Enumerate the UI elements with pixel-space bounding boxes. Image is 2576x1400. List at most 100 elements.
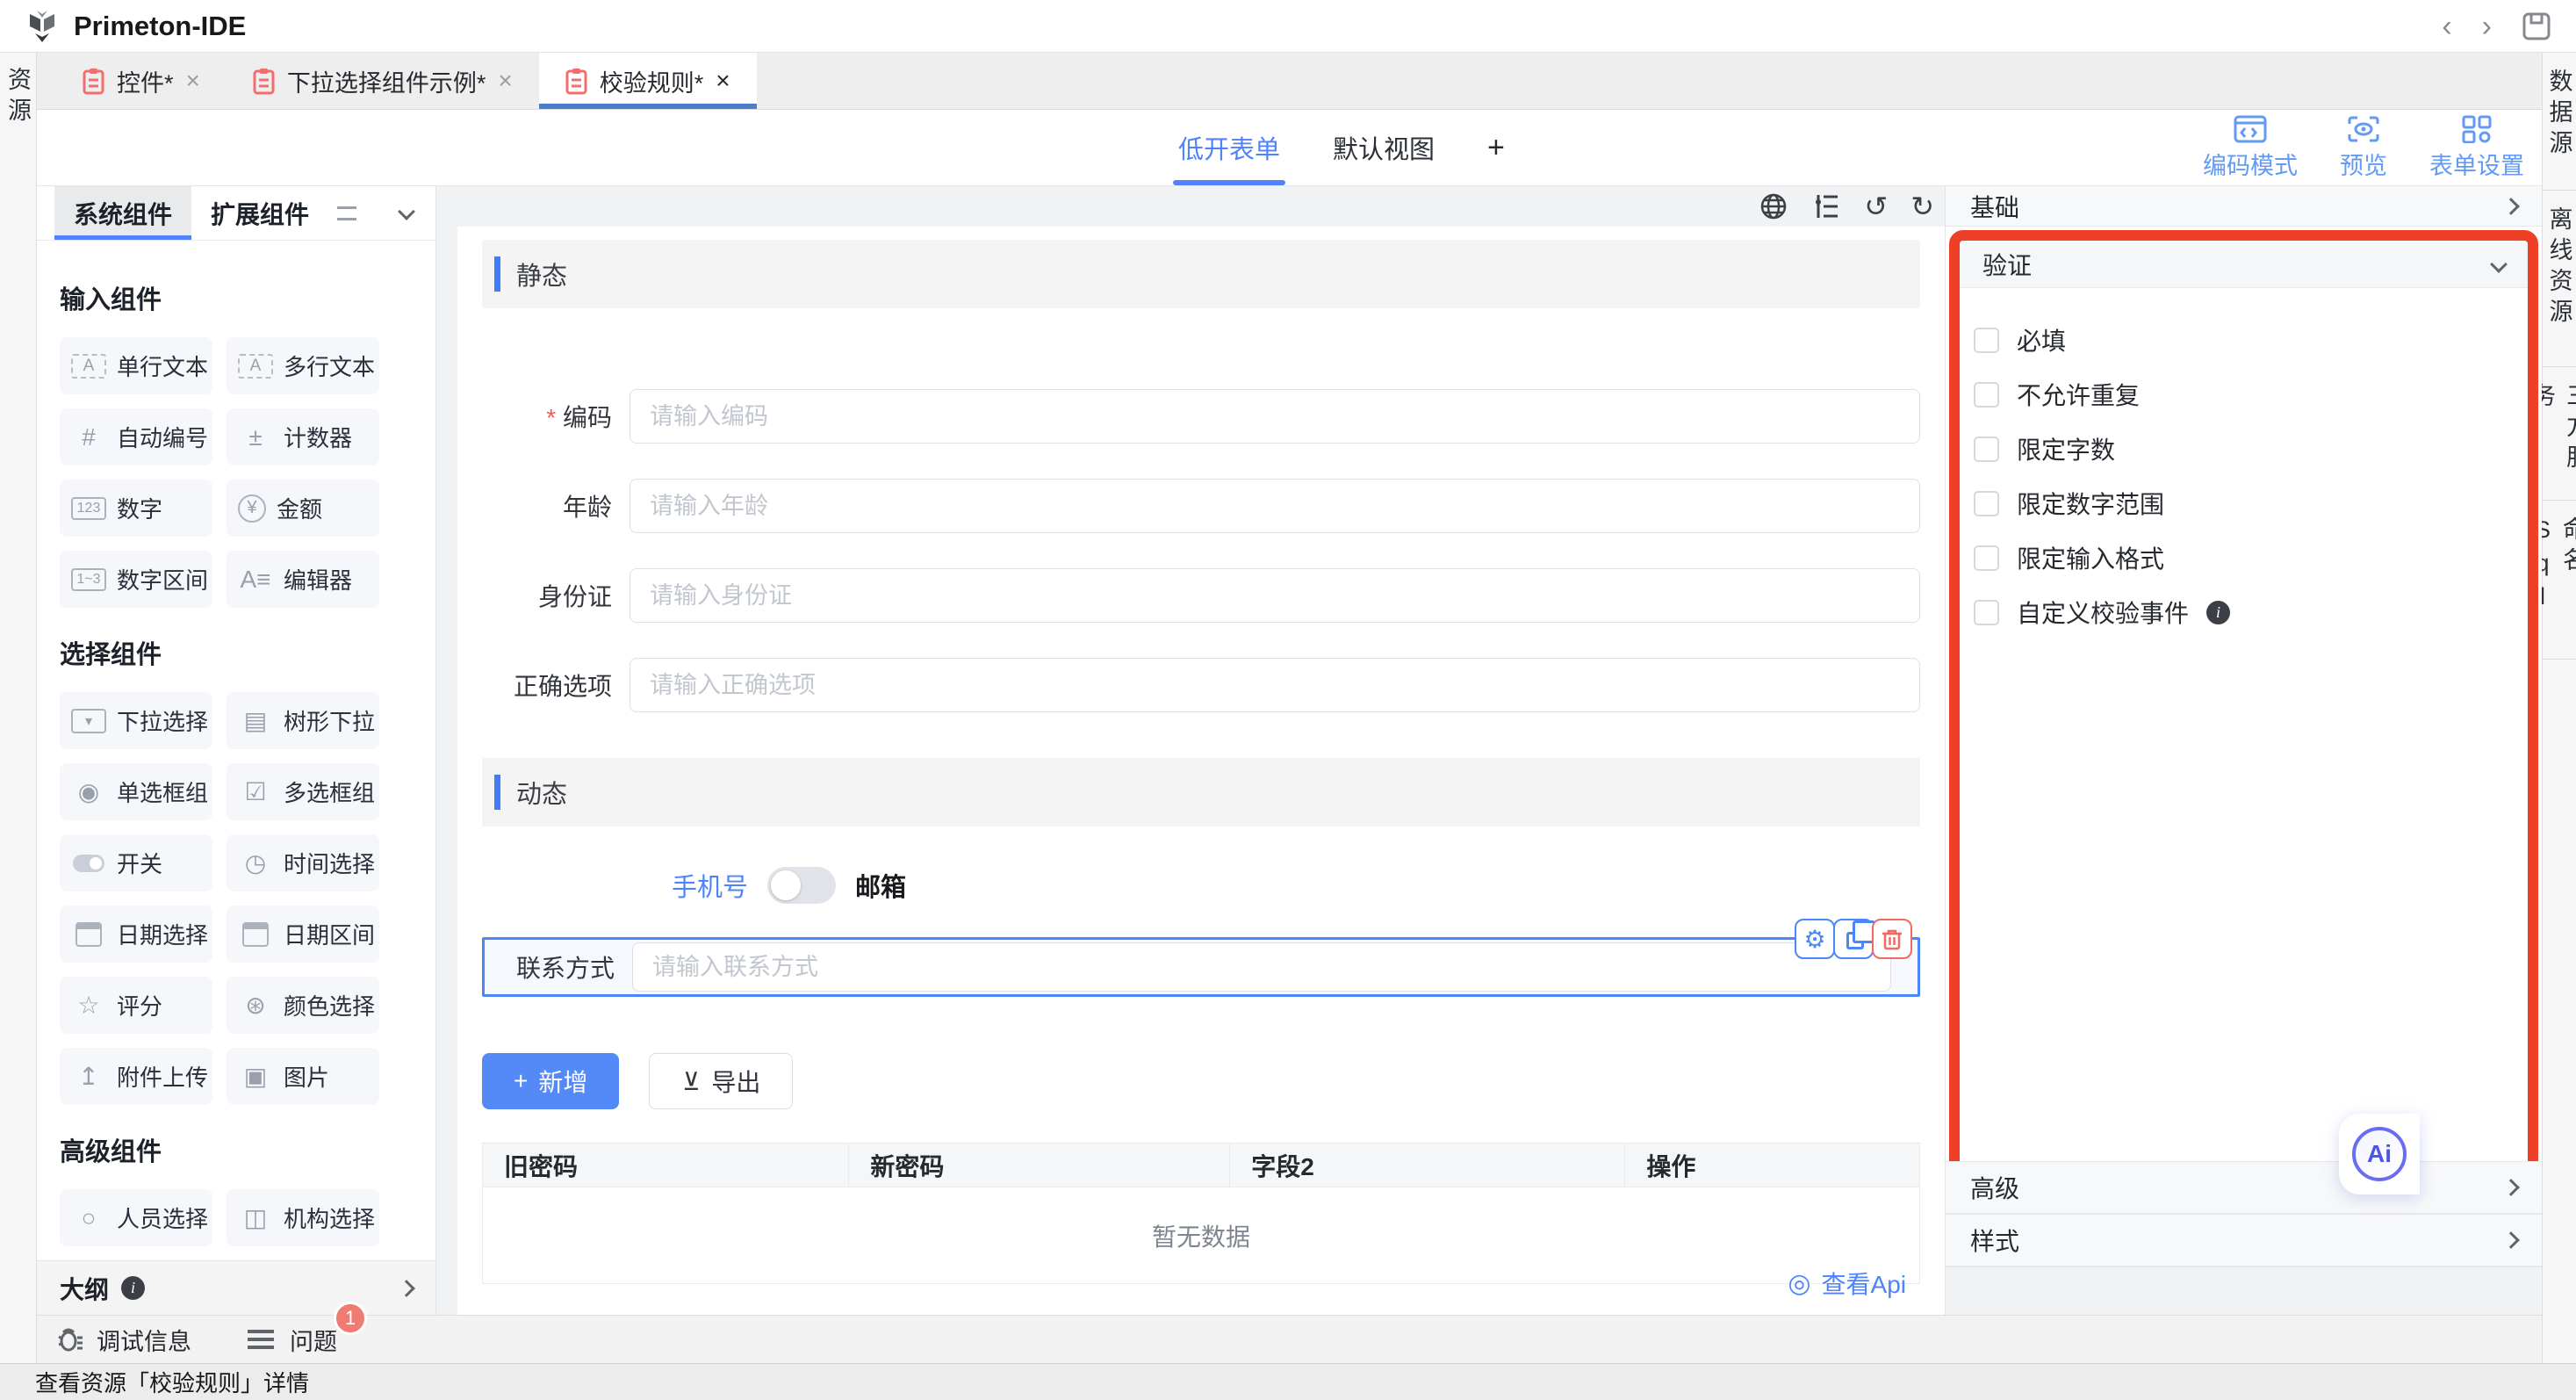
selected-field-row-contact[interactable]: 联系方式 ⚙ xyxy=(482,937,1920,997)
outline-bar[interactable]: 大纲 i xyxy=(37,1260,435,1315)
field-row-id-card[interactable]: 身份证 xyxy=(482,568,1920,623)
i18n-globe-icon[interactable] xyxy=(1759,191,1788,221)
props-group-style[interactable]: 样式 xyxy=(1946,1214,2542,1266)
option-no-duplicate[interactable]: 不允许重复 xyxy=(1974,367,2528,422)
option-required[interactable]: 必填 xyxy=(1974,313,2528,367)
component-card-date-range[interactable]: 日期区间 xyxy=(227,906,379,963)
component-card-text-multi[interactable]: 多行文本 xyxy=(227,337,379,394)
info-icon[interactable]: i xyxy=(2206,601,2230,624)
debug-info-button[interactable]: 调试信息 xyxy=(56,1323,191,1357)
component-card-tree-select[interactable]: 树形下拉 xyxy=(227,692,379,749)
checkbox[interactable] xyxy=(1974,491,1999,516)
component-list-view-icon[interactable] xyxy=(337,206,356,220)
checkbox[interactable] xyxy=(1974,437,1999,462)
component-card-number-range[interactable]: 数字区间 xyxy=(60,551,212,608)
form-settings-button[interactable]: 表单设置 xyxy=(2429,115,2524,181)
component-card-color-picker[interactable]: 颜色选择 xyxy=(227,977,379,1034)
nav-back-icon[interactable]: ‹ xyxy=(2442,11,2451,41)
component-card-checkbox-group[interactable]: 多选框组 xyxy=(227,763,379,820)
checkbox[interactable] xyxy=(1974,600,1999,625)
checkbox[interactable] xyxy=(1974,382,1999,408)
component-card-switch[interactable]: 开关 xyxy=(60,834,212,891)
rail-tab-thirdparty-services[interactable]: 三方服务 xyxy=(2543,367,2576,501)
checkbox[interactable] xyxy=(1974,545,1999,571)
section-static[interactable]: 静态 xyxy=(482,240,1920,308)
view-api-link[interactable]: ◎ 查看Api xyxy=(1788,1266,1906,1301)
component-card-date-picker[interactable]: 日期选择 xyxy=(60,906,212,963)
field-row-correct-option[interactable]: 正确选项 xyxy=(482,658,1920,712)
rail-tab-offline-resources[interactable]: 离线资源 xyxy=(2543,191,2576,367)
tab-extension-components[interactable]: 扩展组件 xyxy=(191,186,328,240)
structure-tree-icon[interactable] xyxy=(1811,191,1841,221)
nav-forward-icon[interactable]: › xyxy=(2482,11,2492,41)
component-card-number[interactable]: 数字 xyxy=(60,480,212,537)
tab-default-view[interactable]: 默认视图 xyxy=(1333,110,1435,185)
rail-tab-named-sql[interactable]: 命名Sql xyxy=(2543,501,2576,660)
problems-button[interactable]: 问题 1 xyxy=(244,1323,337,1357)
field-label-contact: 联系方式 xyxy=(485,949,632,985)
rail-tab-datasource[interactable]: 数据源 xyxy=(2543,53,2576,191)
doc-tab-label: 校验规则* xyxy=(600,64,704,98)
preview-button[interactable]: 预览 xyxy=(2340,115,2387,181)
contact-input[interactable] xyxy=(632,942,1891,992)
props-group-validation[interactable]: 验证 xyxy=(1960,241,2528,288)
checkbox[interactable] xyxy=(1974,328,1999,353)
component-card-counter[interactable]: 计数器 xyxy=(227,408,379,465)
multi-text-icon xyxy=(238,354,273,379)
props-group-basic[interactable]: 基础 xyxy=(1946,186,2542,227)
id-card-input[interactable] xyxy=(630,568,1920,623)
component-card-money[interactable]: 金额 xyxy=(227,480,379,537)
outline-info-icon[interactable]: i xyxy=(121,1276,145,1300)
add-row-button[interactable]: +新增 xyxy=(482,1053,619,1109)
component-card-select[interactable]: 下拉选择 xyxy=(60,692,212,749)
rail-tab-resources[interactable]: 资源 xyxy=(0,53,36,128)
component-card-org-select[interactable]: 机构选择 xyxy=(227,1189,379,1246)
component-card-time-picker[interactable]: 时间选择 xyxy=(227,834,379,891)
email-option-label[interactable]: 邮箱 xyxy=(855,867,906,904)
component-card-image[interactable]: 图片 xyxy=(227,1048,379,1105)
component-card-radio-group[interactable]: 单选框组 xyxy=(60,763,212,820)
field-delete-button[interactable] xyxy=(1872,919,1912,959)
redo-icon[interactable]: ↻ xyxy=(1910,190,1934,223)
age-input[interactable] xyxy=(630,479,1920,533)
field-row-code[interactable]: 编码 xyxy=(482,389,1920,444)
save-icon[interactable] xyxy=(2522,11,2551,41)
collapse-panel-icon[interactable] xyxy=(398,203,415,220)
rail-tab-resources-label: 资源 xyxy=(1,67,35,128)
props-group-style-label: 样式 xyxy=(1970,1223,2019,1258)
option-char-limit[interactable]: 限定字数 xyxy=(1974,422,2528,476)
outline-expand-icon[interactable] xyxy=(398,1280,415,1297)
field-row-age[interactable]: 年龄 xyxy=(482,479,1920,533)
ai-assistant-button[interactable]: Ai xyxy=(2339,1114,2420,1194)
component-card-upload[interactable]: 附件上传 xyxy=(60,1048,212,1105)
option-custom-validation[interactable]: 自定义校验事件i xyxy=(1974,585,2528,639)
phone-email-switch[interactable] xyxy=(767,867,836,904)
option-number-range[interactable]: 限定数字范围 xyxy=(1974,476,2528,530)
tab-system-components[interactable]: 系统组件 xyxy=(54,186,191,240)
undo-icon[interactable]: ↺ xyxy=(1864,190,1888,223)
field-settings-button[interactable]: ⚙ xyxy=(1795,919,1835,959)
component-card-auto-number[interactable]: 自动编号 xyxy=(60,408,212,465)
component-card-person-select[interactable]: 人员选择 xyxy=(60,1189,212,1246)
field-copy-button[interactable] xyxy=(1833,919,1874,959)
doc-tab-validation-rules[interactable]: 校验规则* × xyxy=(539,53,757,109)
close-icon[interactable]: × xyxy=(498,67,512,95)
close-icon[interactable]: × xyxy=(716,67,730,95)
section-dynamic[interactable]: 动态 xyxy=(482,758,1920,826)
tab-lowcode-form[interactable]: 低开表单 xyxy=(1178,110,1280,185)
phone-email-toggle-row: 手机号 邮箱 xyxy=(672,867,1920,904)
doc-tab-dropdown-example[interactable]: 下拉选择组件示例* × xyxy=(227,53,539,109)
component-card-text-single[interactable]: 单行文本 xyxy=(60,337,212,394)
component-card-editor[interactable]: 编辑器 xyxy=(227,551,379,608)
option-input-format[interactable]: 限定输入格式 xyxy=(1974,530,2528,585)
correct-option-input[interactable] xyxy=(630,658,1920,712)
props-group-advanced[interactable]: 高级 xyxy=(1946,1161,2542,1214)
add-view-button[interactable]: + xyxy=(1487,131,1505,165)
close-icon[interactable]: × xyxy=(186,67,200,95)
component-card-rating[interactable]: 评分 xyxy=(60,977,212,1034)
export-button[interactable]: ⊻导出 xyxy=(649,1053,793,1109)
phone-option-label[interactable]: 手机号 xyxy=(672,867,748,904)
code-input[interactable] xyxy=(630,389,1920,444)
doc-tab-controls[interactable]: 控件* × xyxy=(56,53,227,109)
code-mode-button[interactable]: 编码模式 xyxy=(2203,115,2298,181)
